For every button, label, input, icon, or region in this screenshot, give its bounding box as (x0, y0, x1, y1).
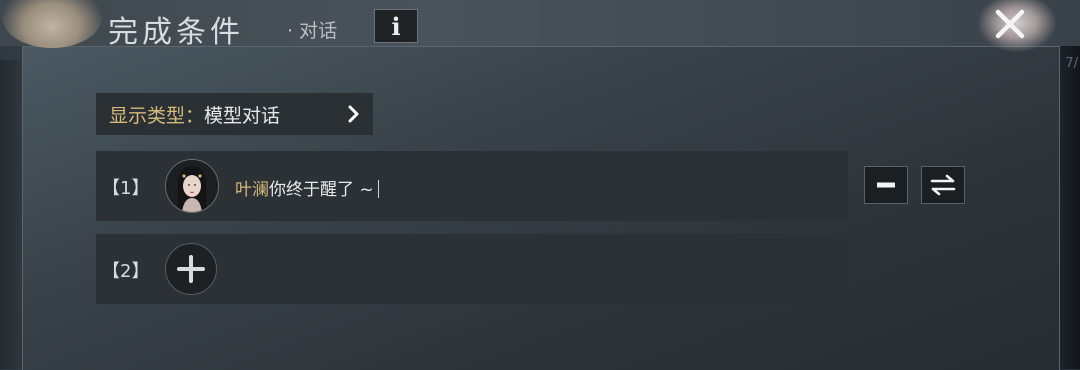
minus-icon (877, 182, 895, 188)
chevron-right-icon (348, 105, 359, 123)
row-index: 【1】 (102, 178, 150, 199)
close-button[interactable] (990, 4, 1030, 44)
speaker-name: 叶澜 (235, 180, 269, 200)
backdrop-left-strip (0, 60, 22, 369)
display-type-selector[interactable]: 显示类型： 模型对话 (96, 93, 373, 135)
dialogue-line: 你终于醒了 ~ (269, 180, 374, 200)
dialogue-text[interactable]: 叶澜你终于醒了 ~ (235, 175, 379, 200)
display-type-value: 模型对话 (204, 104, 281, 127)
backdrop-edge-text: 7/ (1065, 56, 1078, 71)
swap-dialogue-button[interactable] (921, 166, 965, 204)
dialogue-row: 【2】 (96, 234, 848, 304)
info-icon: i (391, 11, 401, 41)
speaker-avatar[interactable] (165, 159, 219, 213)
page-title: 完成条件 (108, 15, 244, 50)
dialogue-row[interactable]: 【1】 叶澜你终于醒了 ~ (96, 151, 848, 221)
close-x-icon (995, 9, 1025, 39)
page-subtitle: · 对话 (287, 20, 338, 42)
plus-icon (177, 255, 205, 283)
moon-ornament-icon (2, 0, 102, 48)
add-dialogue-button[interactable] (165, 243, 217, 295)
text-cursor (377, 180, 379, 198)
character-portrait-icon (166, 160, 218, 212)
remove-dialogue-button[interactable] (864, 166, 908, 204)
row-index: 【2】 (102, 261, 150, 282)
info-button[interactable]: i (374, 9, 418, 43)
swap-arrows-icon (930, 174, 956, 196)
panel-header: 完成条件 · 对话 i (0, 0, 1080, 52)
display-type-label: 显示类型： (109, 104, 205, 127)
